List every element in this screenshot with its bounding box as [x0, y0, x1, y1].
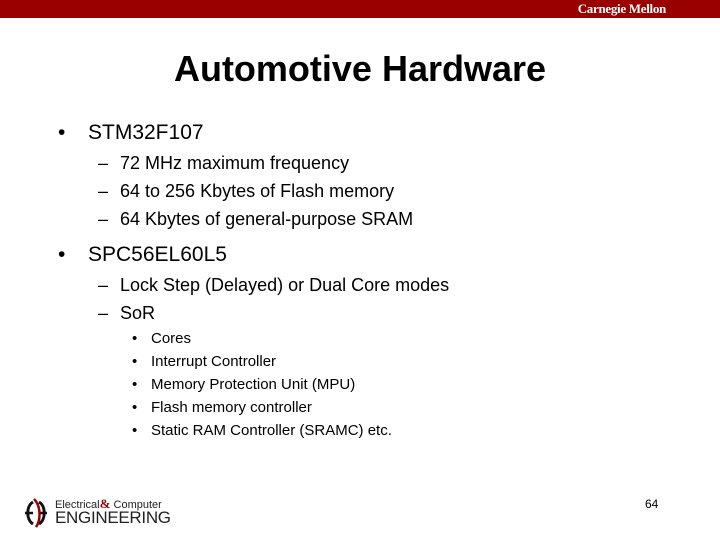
bullet-text: SPC56EL60L5: [88, 243, 227, 266]
slide-title: Automotive Hardware: [173, 48, 547, 89]
ece-logo-icon: [25, 498, 47, 528]
bullet-icon: •: [132, 353, 138, 370]
header-bar: Carnegie Mellon: [0, 0, 720, 18]
sub-item-text: 64 Kbytes of general-purpose SRAM: [120, 209, 414, 229]
bullet-icon: •: [132, 422, 138, 439]
sub-sub-item-text: Interrupt Controller: [151, 353, 277, 370]
bullet-icon: •: [58, 243, 66, 266]
dash-icon: –: [98, 209, 109, 229]
sub-item-text: SoR: [120, 303, 156, 323]
bullet-icon: •: [132, 330, 138, 347]
ece-logo: Electrical& Computer ENGINEERING: [22, 496, 172, 530]
sub-item-text: 72 MHz maximum frequency: [120, 153, 350, 173]
bullet-text: STM32F107: [88, 121, 204, 144]
sub-sub-item-text: Memory Protection Unit (MPU): [151, 376, 356, 393]
dash-icon: –: [98, 153, 109, 173]
sub-sub-item-text: Cores: [151, 330, 192, 347]
bullet-icon: •: [132, 399, 138, 416]
bullet-icon: •: [58, 121, 66, 144]
sub-item-text: Lock Step (Delayed) or Dual Core modes: [120, 275, 450, 295]
dash-icon: –: [98, 303, 109, 323]
bullet-icon: •: [132, 376, 138, 393]
ece-logo-line2: ENGINEERING: [55, 508, 171, 527]
sub-item-text: 64 to 256 Kbytes of Flash memory: [120, 181, 395, 201]
sub-sub-item-text: Static RAM Controller (SRAMC) etc.: [151, 422, 392, 439]
cmu-logo: Carnegie Mellon: [577, 1, 667, 16]
page-number: 64: [645, 497, 659, 511]
dash-icon: –: [98, 275, 109, 295]
dash-icon: –: [98, 181, 109, 201]
sub-sub-item-text: Flash memory controller: [151, 399, 312, 416]
